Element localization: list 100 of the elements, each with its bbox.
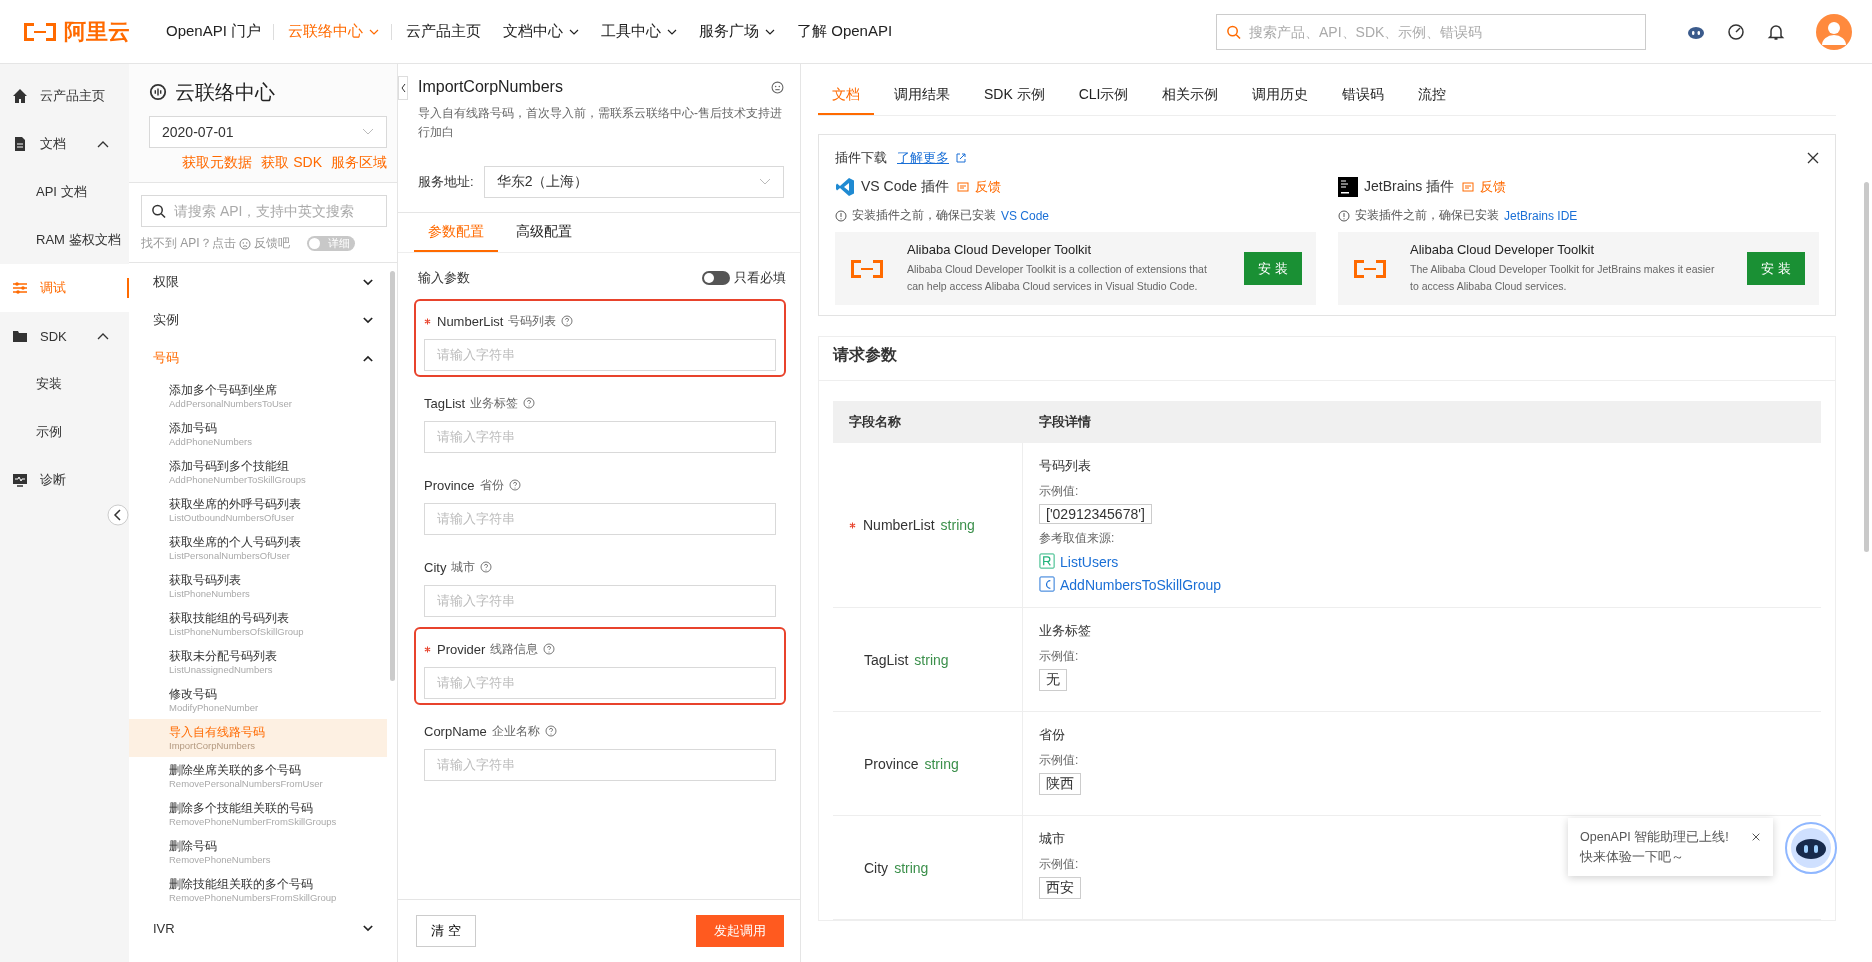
tab[interactable]: 高级配置 — [502, 213, 586, 252]
chevron-icon[interactable] — [97, 332, 109, 340]
tab[interactable]: CLI示例 — [1064, 64, 1143, 115]
tab[interactable]: 调用结果 — [880, 64, 964, 115]
caret-icon — [369, 28, 380, 35]
collapse-button[interactable] — [398, 76, 408, 100]
section-title: 请求参数 — [819, 345, 1835, 381]
api-item[interactable]: 删除技能组关联的多个号码 RemovePhoneNumbersFromSkillGroup — [129, 871, 387, 909]
sidebar-subitem[interactable]: 示例 — [0, 408, 129, 456]
field-name: CorpName — [424, 723, 487, 739]
help-icon[interactable] — [508, 479, 521, 491]
search-field[interactable]: 搜索产品、API、SDK、示例、错误码 — [1216, 13, 1646, 50]
sidebar-item[interactable]: 诊断 — [0, 456, 129, 504]
input-field[interactable]: 请输入字符串 — [424, 667, 776, 699]
panel-title: 插件下载 — [835, 149, 887, 167]
param-name: Province — [864, 755, 919, 772]
nav-link[interactable]: 服务广场 — [699, 22, 776, 41]
sidebar-item[interactable]: 云产品主页 — [0, 72, 129, 120]
toggle-label: 只看必填 — [734, 269, 786, 287]
api-item[interactable]: 获取坐席的个人号码列表 ListPersonalNumbersOfUser — [129, 529, 387, 567]
scrollbar[interactable] — [390, 271, 395, 681]
api-link[interactable]: AddNumbersToSkillGroup — [1060, 576, 1222, 593]
install-button[interactable]: 安 装 — [1244, 252, 1302, 285]
link[interactable]: JetBrains IDE — [1504, 208, 1578, 223]
sidebar-item[interactable]: 文档 — [0, 120, 129, 168]
input-field[interactable]: 请输入字符串 — [424, 585, 776, 617]
chevron-icon — [363, 354, 373, 362]
api-item[interactable]: 删除号码 RemovePhoneNumbers — [129, 833, 387, 871]
asterisk-icon — [424, 317, 431, 325]
help-icon[interactable] — [523, 397, 536, 409]
api-link[interactable]: ListUsers — [1060, 553, 1119, 570]
read-api-icon — [1039, 553, 1056, 570]
link[interactable]: VS Code — [1001, 208, 1050, 223]
example-label: 示例值: — [1039, 856, 1079, 873]
api-group[interactable]: 实例 — [129, 301, 387, 339]
tab[interactable]: 调用历史 — [1238, 64, 1323, 115]
caret-icon — [667, 28, 678, 35]
help-icon[interactable] — [543, 643, 556, 655]
sidebar-subitem[interactable]: API 文档 — [0, 168, 129, 216]
example-value: 西安 — [1039, 877, 1081, 899]
param-name: City — [864, 859, 889, 876]
version-select[interactable]: 2020-07-01 — [149, 116, 387, 148]
tab[interactable]: 流控 — [1404, 64, 1461, 115]
nav-link[interactable]: OpenAPI 门户 — [166, 22, 262, 41]
avatar[interactable] — [1816, 13, 1852, 50]
toolkit-description: Alibaba Cloud Developer Toolkit is a collection of extensions that can help access Alibaba Cloud services in Visual Studio Code. — [907, 262, 1208, 294]
input-field[interactable]: 请输入字符串 — [424, 503, 776, 535]
sidebar-subitem[interactable]: 安装 — [0, 360, 129, 408]
scrollbar[interactable] — [1864, 182, 1869, 552]
column-header: 字段详情 — [1038, 413, 1092, 431]
help-icon[interactable] — [544, 725, 557, 737]
api-item[interactable]: 删除坐席关联的多个号码 RemovePersonalNumbersFromUser — [129, 757, 387, 795]
param-name: NumberList — [863, 517, 935, 533]
sidebar-item[interactable]: SDK — [0, 312, 129, 360]
dashboard-icon[interactable] — [1726, 21, 1746, 42]
robot-icon[interactable] — [1785, 822, 1837, 874]
asterisk-icon — [424, 645, 431, 653]
nav-link[interactable]: 了解 OpenAPI — [797, 22, 893, 41]
region-select[interactable]: 华东2（上海） — [483, 166, 784, 198]
nav-link[interactable]: 文档中心 — [503, 22, 580, 41]
api-item[interactable]: 添加号码到多个技能组 AddPhoneNumberToSkillGroups — [129, 453, 387, 491]
input-field[interactable]: 请输入字符串 — [424, 749, 776, 781]
sidebar-subitem[interactable]: RAM 鉴权文档 — [0, 216, 129, 264]
input-field[interactable]: 请输入字符串 — [424, 421, 776, 453]
folder-icon — [12, 328, 28, 344]
nav-link[interactable]: 云产品主页 — [406, 22, 482, 41]
api-group[interactable]: IVR — [129, 909, 387, 947]
api-item[interactable]: 修改号码 ModifyPhoneNumber — [129, 681, 387, 719]
collapse-button[interactable] — [107, 504, 129, 526]
param-description: 号码列表 — [1039, 457, 1091, 475]
api-item[interactable]: 删除多个技能组关联的号码 RemovePhoneNumberFromSkillGroups — [129, 795, 387, 833]
api-item[interactable]: 获取未分配号码列表 ListUnassignedNumbers — [129, 643, 387, 681]
install-button[interactable]: 安 装 — [1747, 252, 1805, 285]
help-icon[interactable] — [480, 561, 493, 573]
api-item[interactable]: 获取坐席的外呼号码列表 ListOutboundNumbersOfUser — [129, 491, 387, 529]
field-label: 服务地址: — [418, 173, 474, 191]
param-description: 业务标签 — [1039, 622, 1091, 640]
api-item[interactable]: 添加多个号码到坐席 AddPersonalNumbersToUser — [129, 377, 387, 415]
chevron-icon[interactable] — [97, 140, 109, 148]
close-icon[interactable] — [1807, 152, 1819, 164]
api-item[interactable]: 获取号码列表 ListPhoneNumbers — [129, 567, 387, 605]
nav-link[interactable]: 工具中心 — [601, 22, 678, 41]
close-icon[interactable] — [1751, 832, 1761, 842]
clear-button[interactable]: 清 空 — [416, 915, 476, 947]
search-field[interactable]: 请搜索 API，支持中英文搜索 — [141, 195, 387, 227]
help-icon[interactable] — [561, 315, 574, 327]
tab[interactable]: 相关示例 — [1148, 64, 1233, 115]
example-value: 陕西 — [1039, 773, 1081, 795]
toggle-switch[interactable] — [702, 271, 730, 285]
logo-icon — [22, 20, 58, 43]
input-field[interactable]: 请输入字符串 — [424, 339, 776, 371]
api-group[interactable]: 权限 — [129, 263, 387, 301]
api-item[interactable]: 添加号码 AddPhoneNumbers — [129, 415, 387, 453]
learn-more-link[interactable]: 了解更多 — [897, 149, 949, 167]
param-description: 省份 — [1039, 726, 1065, 744]
api-item[interactable]: 获取技能组的号码列表 ListPhoneNumbersOfSkillGroup — [129, 605, 387, 643]
tab[interactable]: 错误码 — [1328, 64, 1399, 115]
smiley-icon[interactable] — [771, 80, 784, 94]
tab[interactable]: SDK 示例 — [970, 64, 1059, 115]
field-label: 线路信息 — [490, 640, 539, 658]
